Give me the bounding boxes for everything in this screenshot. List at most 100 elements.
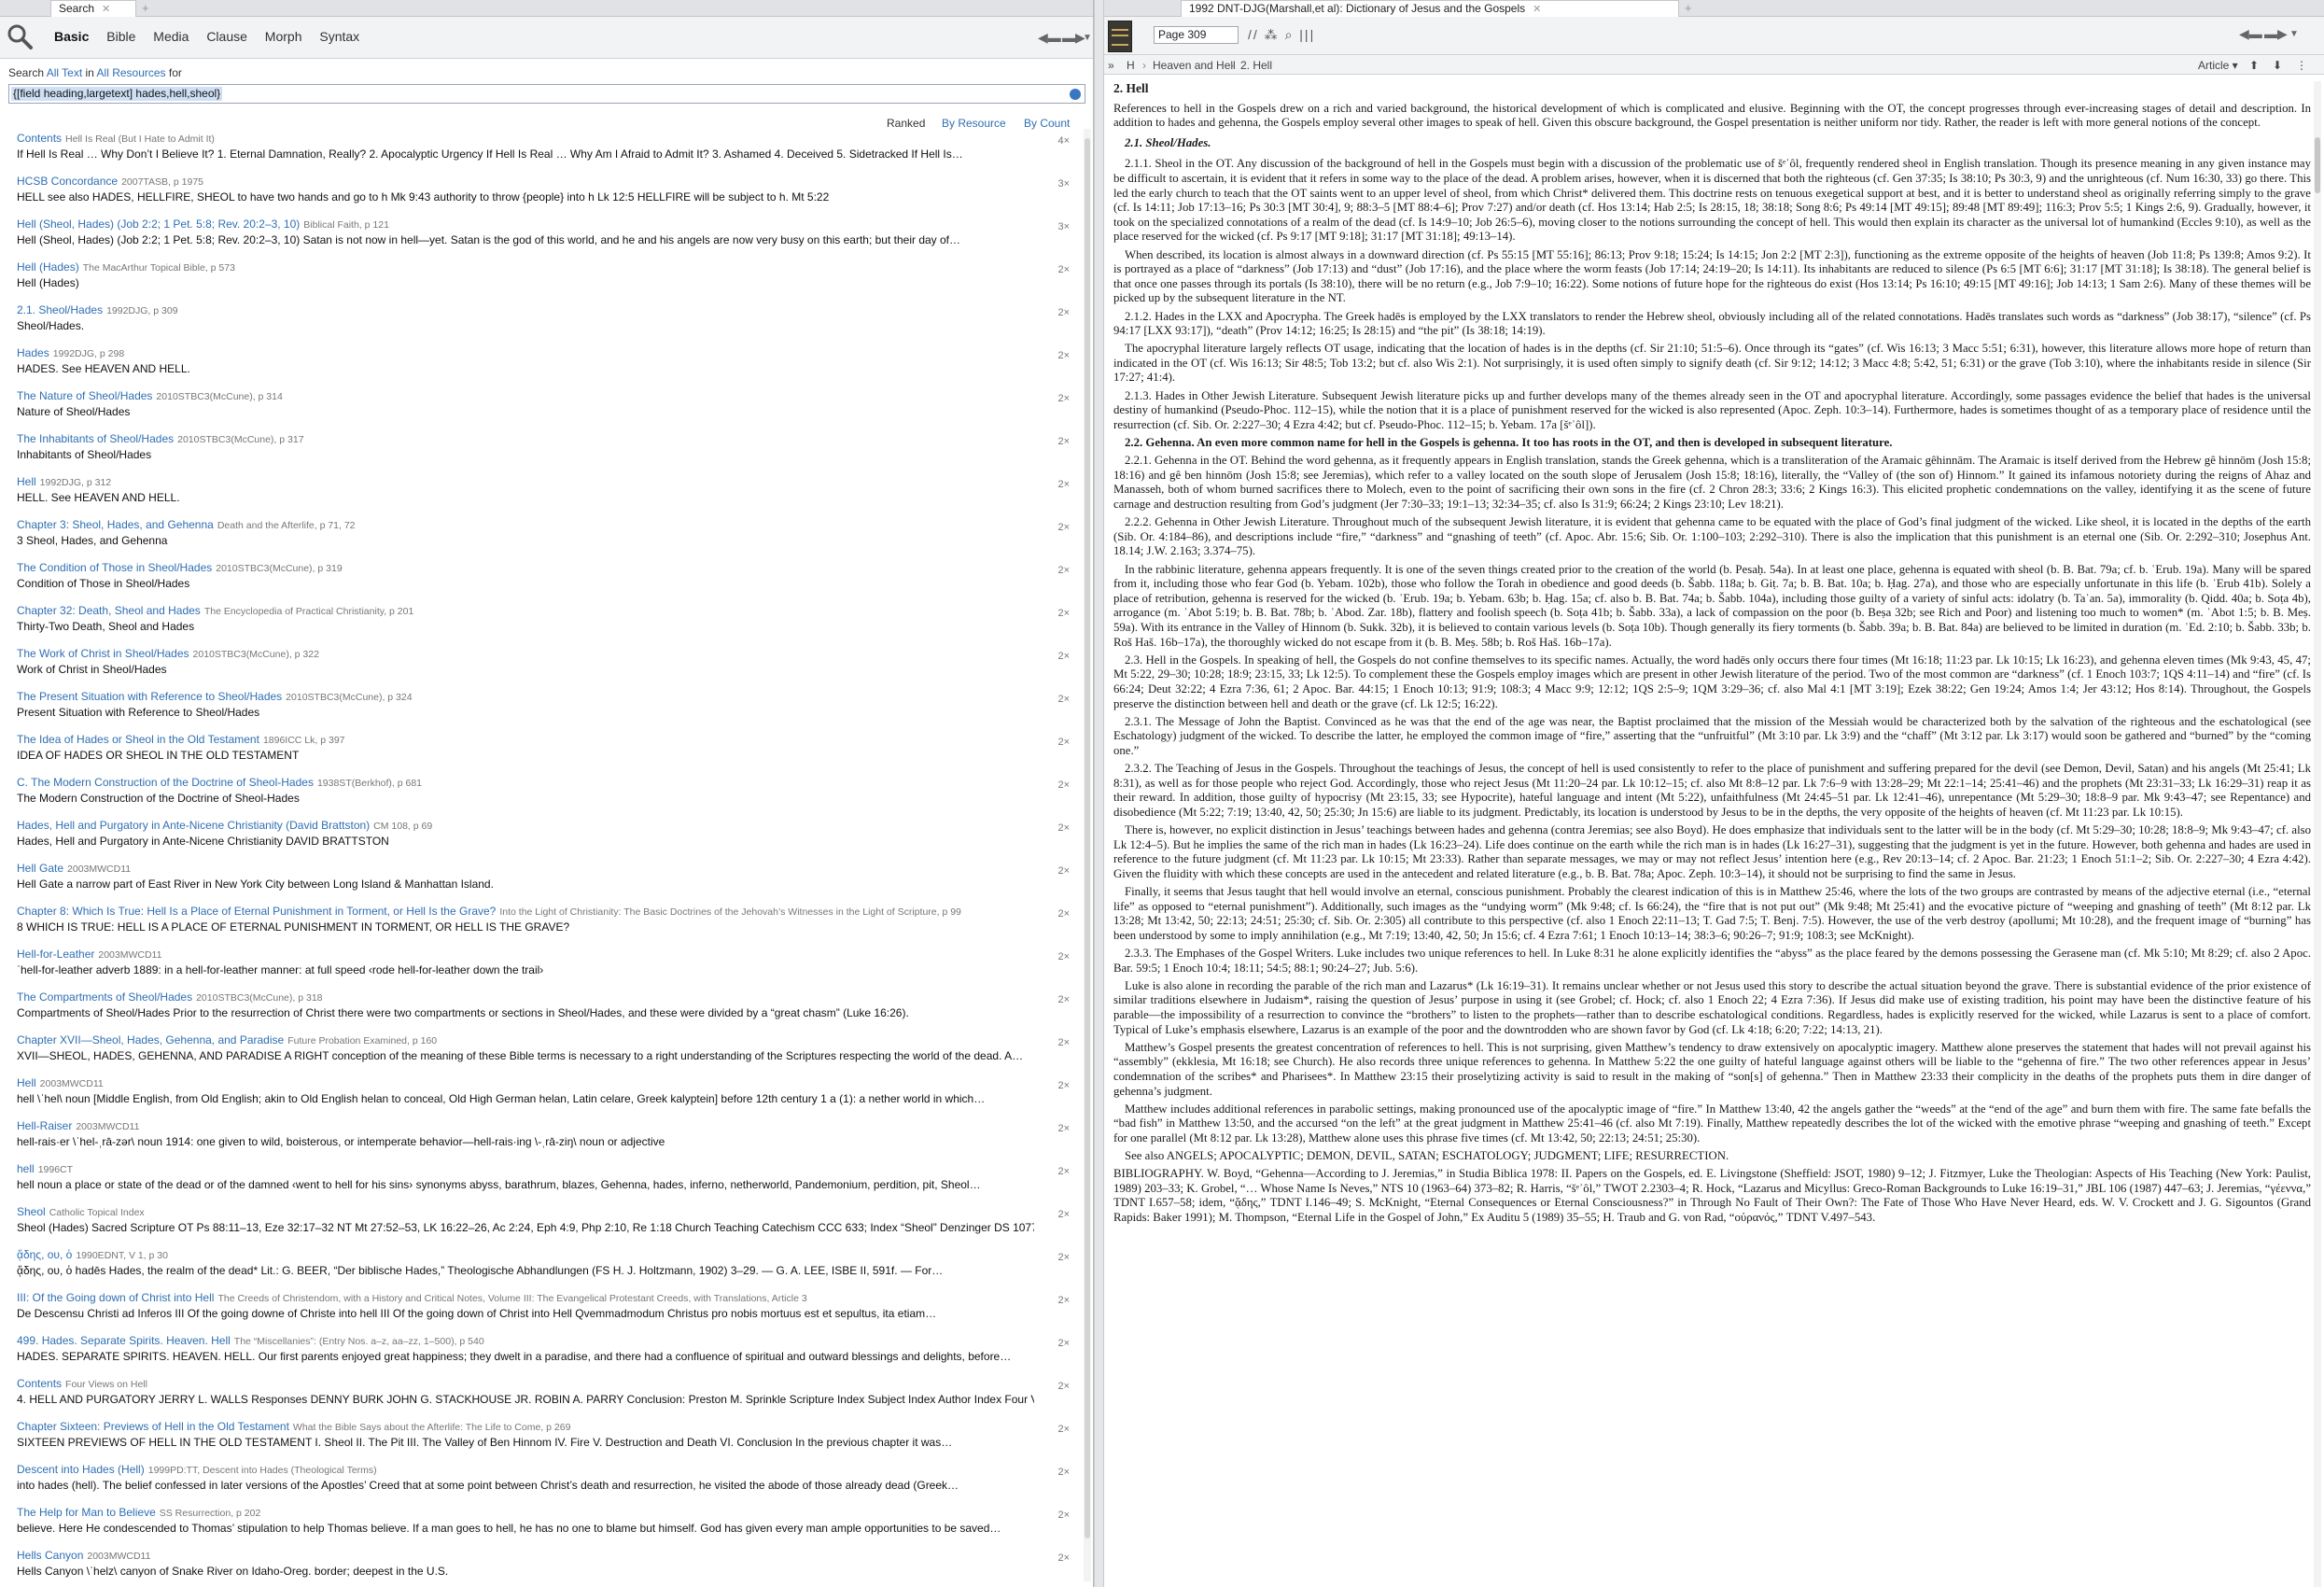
result-title-link[interactable]: The Condition of Those in Sheol/Hades	[17, 561, 212, 574]
result-title-link[interactable]: The Help for Man to Believe	[17, 1506, 156, 1519]
result-title-link[interactable]: Hell	[17, 1076, 36, 1089]
search-result-item[interactable]: The Inhabitants of Sheol/Hades 2010STBC3(…	[0, 429, 1083, 472]
article-view-dropdown[interactable]: Article ▾	[2198, 59, 2238, 72]
result-snippet[interactable]: ˈhell-for-leather adverb 1889: in a hell…	[17, 963, 1034, 976]
result-title-link[interactable]: Chapter 8: Which Is True: Hell Is a Plac…	[17, 905, 496, 918]
result-snippet[interactable]: Hell (Sheol, Hades) (Job 2:2; 1 Pet. 5:8…	[17, 233, 1034, 246]
search-result-item[interactable]: Hell 1992DJG, p 312 HELL. See HEAVEN AND H…	[0, 472, 1083, 515]
result-snippet[interactable]: HADES. See HEAVEN AND HELL.	[17, 362, 1034, 375]
result-title-link[interactable]: Chapter Sixteen: Previews of Hell in the…	[17, 1420, 289, 1433]
result-snippet[interactable]: HELL. See HEAVEN AND HELL.	[17, 491, 1034, 504]
search-result-item[interactable]: Hell-Raiser 2003MWCD11 hell-rais·er \ˈhel-…	[0, 1117, 1083, 1159]
breadcrumb-h[interactable]: H	[1127, 59, 1135, 72]
result-snippet[interactable]: hell noun a place or state of the dead o…	[17, 1178, 1034, 1191]
search-result-item[interactable]: Hades, Hell and Purgatory in Ante-Nicene…	[0, 816, 1083, 859]
forward-arrow-icon[interactable]: ▬▶	[2264, 26, 2288, 42]
breadcrumb-heaven-and-hell[interactable]: Heaven and Hell	[1153, 59, 1236, 72]
result-title-link[interactable]: HCSB Concordance	[17, 175, 118, 188]
result-snippet[interactable]: hell-rais·er \ˈhel-ˌrā-zər\ noun 1914: o…	[17, 1135, 1034, 1148]
result-snippet[interactable]: Hells Canyon \ˈhelz\ canyon of Snake Riv…	[17, 1565, 1034, 1578]
panel-menu-icon[interactable]: |||	[1299, 27, 1315, 42]
visual-filter-icon[interactable]: ⁂	[1265, 27, 1280, 42]
tab-media[interactable]: Media	[153, 29, 189, 44]
search-result-item[interactable]: III: Of the Going down of Christ into He…	[0, 1288, 1083, 1331]
search-result-item[interactable]: The Work of Christ in Sheol/Hades 2010STB…	[0, 644, 1083, 687]
result-snippet[interactable]: Sheol/Hades.	[17, 319, 1034, 332]
result-snippet[interactable]: Compartments of Sheol/Hades Prior to the…	[17, 1006, 1034, 1019]
result-title-link[interactable]: Hell (Sheol, Hades) (Job 2:2; 1 Pet. 5:8…	[17, 218, 300, 231]
result-title-link[interactable]: The Nature of Sheol/Hades	[17, 389, 152, 402]
search-go-icon[interactable]	[1070, 89, 1081, 100]
result-title-link[interactable]: hell	[17, 1162, 35, 1175]
search-result-item[interactable]: Hell (Hades) The MacArthur Topical Bible,…	[0, 258, 1083, 301]
by-resource-option[interactable]: By Resource	[942, 117, 1006, 130]
tab-bible[interactable]: Bible	[106, 29, 135, 44]
search-result-item[interactable]: Chapter Sixteen: Previews of Hell in the…	[0, 1417, 1083, 1460]
expand-icon[interactable]: »	[1108, 59, 1114, 72]
search-result-item[interactable]: The Compartments of Sheol/Hades 2010STBC3…	[0, 988, 1083, 1031]
result-snippet[interactable]: 3 Sheol, Hades, and Gehenna	[17, 534, 1034, 547]
result-title-link[interactable]: Descent into Hades (Hell)	[17, 1463, 145, 1476]
search-result-item[interactable]: Chapter 3: Sheol, Hades, and Gehenna Deat…	[0, 515, 1083, 558]
result-snippet[interactable]: Present Situation with Reference to Sheo…	[17, 706, 1034, 719]
panel-menu-icon[interactable]: ▼	[2289, 29, 2299, 39]
back-arrow-icon[interactable]: ◀▬	[1038, 30, 1061, 46]
result-snippet[interactable]: HADES. SEPARATE SPIRITS. HEAVEN. HELL. O…	[17, 1350, 1034, 1363]
result-title-link[interactable]: III: Of the Going down of Christ into He…	[17, 1291, 214, 1304]
result-title-link[interactable]: Hell	[17, 475, 36, 488]
tab-syntax[interactable]: Syntax	[319, 29, 359, 44]
result-snippet[interactable]: into hades (hell). The belief confessed …	[17, 1479, 1034, 1492]
result-snippet[interactable]: Thirty-Two Death, Sheol and Hades	[17, 620, 1034, 633]
close-tab-icon[interactable]: ✕	[1533, 4, 1541, 15]
book-cover-icon[interactable]	[1108, 21, 1132, 52]
result-title-link[interactable]: The Work of Christ in Sheol/Hades	[17, 647, 189, 660]
result-snippet[interactable]: Hell Gate a narrow part of East River in…	[17, 878, 1034, 891]
search-result-item[interactable]: The Condition of Those in Sheol/Hades 201…	[0, 558, 1083, 601]
result-title-link[interactable]: Hades	[17, 346, 49, 359]
tab-document[interactable]: 1992 DNT-DJG(Marshall,et al): Dictionary…	[1181, 0, 1679, 17]
search-result-item[interactable]: hell 1996CT hell noun a place or state of …	[0, 1159, 1083, 1202]
result-snippet[interactable]: HELL see also HADES, HELLFIRE, SHEOL to …	[17, 190, 1034, 204]
search-result-item[interactable]: HCSB Concordance 2007TASB, p 1975 HELL see…	[0, 172, 1083, 215]
search-result-item[interactable]: Sheol Catholic Topical Index Sheol (Hades)…	[0, 1202, 1083, 1245]
search-result-item[interactable]: C. The Modern Construction of the Doctri…	[0, 773, 1083, 816]
search-result-item[interactable]: Chapter XVII—Sheol, Hades, Gehenna, and …	[0, 1031, 1083, 1074]
result-snippet[interactable]: If Hell Is Real … Why Don’t I Believe It…	[17, 147, 1034, 161]
search-result-item[interactable]: Descent into Hades (Hell) 1999PD:TT, Desc…	[0, 1460, 1083, 1503]
result-title-link[interactable]: Hell Gate	[17, 862, 63, 875]
close-tab-icon[interactable]: ✕	[102, 4, 110, 15]
result-title-link[interactable]: 499. Hades. Separate Spirits. Heaven. He…	[17, 1334, 231, 1347]
result-snippet[interactable]: Work of Christ in Sheol/Hades	[17, 663, 1034, 676]
result-snippet[interactable]: XVII—SHEOL, HADES, GEHENNA, AND PARADISE…	[17, 1049, 1034, 1062]
result-snippet[interactable]: ᾅδης, ου, ὁ hadēs Hades, the realm of th…	[17, 1264, 1034, 1277]
result-title-link[interactable]: The Inhabitants of Sheol/Hades	[17, 432, 174, 445]
result-title-link[interactable]: Contents	[17, 132, 62, 145]
result-title-link[interactable]: C. The Modern Construction of the Doctri…	[17, 776, 314, 789]
search-result-item[interactable]: The Idea of Hades or Sheol in the Old Te…	[0, 730, 1083, 773]
breadcrumb-hell[interactable]: 2. Hell	[1240, 59, 1272, 72]
by-count-option[interactable]: By Count	[1024, 117, 1070, 130]
result-title-link[interactable]: ᾅδης, ου, ὁ	[17, 1248, 72, 1261]
document-scroll-thumb[interactable]	[2315, 137, 2320, 193]
results-scrollbar[interactable]	[1084, 129, 1091, 1581]
pane-splitter[interactable]	[1094, 0, 1104, 1587]
resources-dropdown[interactable]: All Resources	[97, 66, 166, 79]
search-result-item[interactable]: The Nature of Sheol/Hades 2010STBC3(McCun…	[0, 386, 1083, 429]
next-section-icon[interactable]: ⬇	[2273, 59, 2282, 72]
result-snippet[interactable]: De Descensu Christi ad Inferos III Of th…	[17, 1307, 1034, 1320]
scope-dropdown[interactable]: All Text	[47, 66, 82, 79]
search-result-item[interactable]: Hell (Sheol, Hades) (Job 2:2; 1 Pet. 5:8…	[0, 215, 1083, 258]
result-title-link[interactable]: The Idea of Hades or Sheol in the Old Te…	[17, 733, 259, 746]
result-snippet[interactable]: Hades, Hell and Purgatory in Ante-Nicene…	[17, 835, 1034, 848]
result-snippet[interactable]: Hell (Hades)	[17, 276, 1034, 289]
result-title-link[interactable]: Contents	[17, 1377, 62, 1390]
result-title-link[interactable]: The Present Situation with Reference to …	[17, 690, 282, 703]
tab-clause[interactable]: Clause	[206, 29, 247, 44]
result-snippet[interactable]: Nature of Sheol/Hades	[17, 405, 1034, 418]
result-snippet[interactable]: 4. HELL AND PURGATORY JERRY L. WALLS Res…	[17, 1393, 1034, 1406]
find-icon[interactable]: ⌕	[1285, 27, 1295, 42]
result-title-link[interactable]: Chapter XVII—Sheol, Hades, Gehenna, and …	[17, 1033, 284, 1046]
search-result-item[interactable]: The Present Situation with Reference to …	[0, 687, 1083, 730]
result-title-link[interactable]: Hell-for-Leather	[17, 948, 94, 961]
options-icon[interactable]: ⋮	[2296, 59, 2307, 72]
